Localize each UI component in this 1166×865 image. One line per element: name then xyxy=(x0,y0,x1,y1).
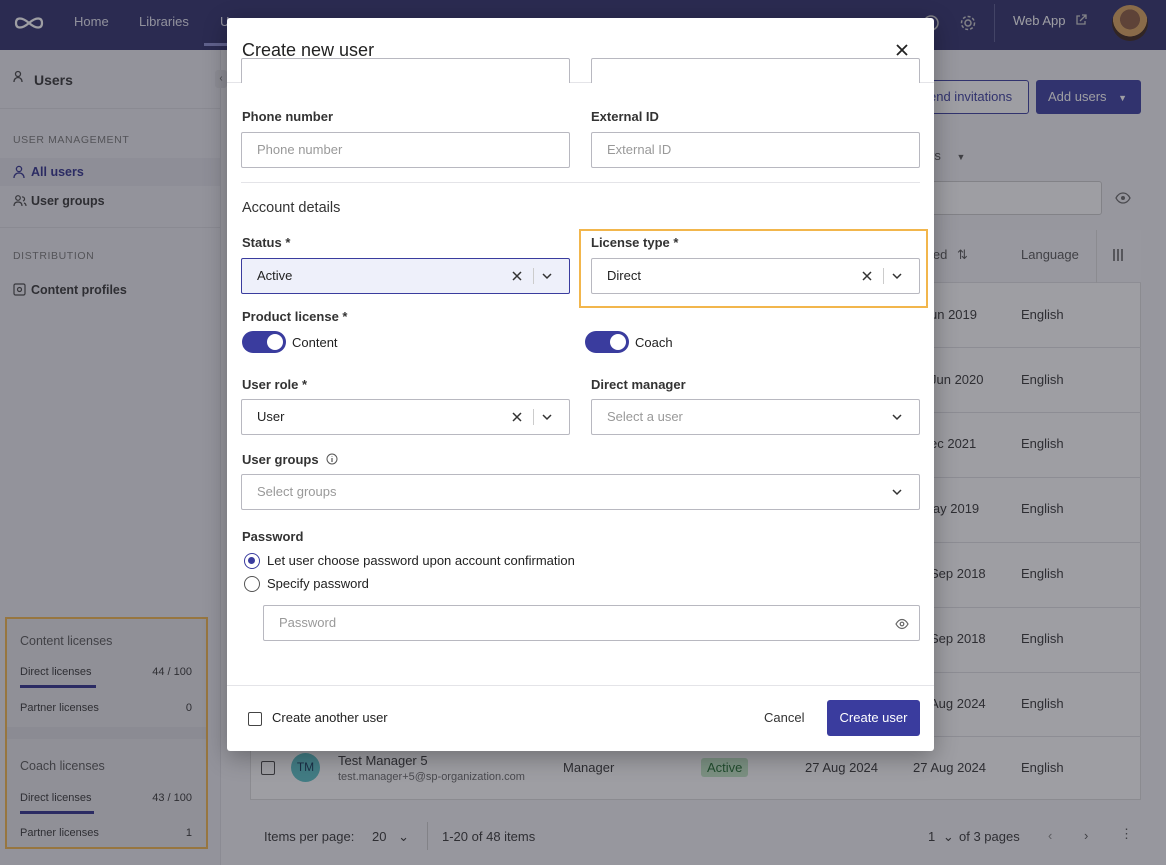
phone-number-label: Phone number xyxy=(242,109,334,124)
status-value: Active xyxy=(257,268,293,283)
account-details-heading: Account details xyxy=(242,200,341,216)
create-user-dialog: Create new user Phone number Phone numbe… xyxy=(227,18,934,751)
status-label: Status * xyxy=(242,235,291,250)
password-option-1-label: Let user choose password upon account co… xyxy=(267,553,575,568)
user-groups-placeholder: Select groups xyxy=(257,484,337,499)
license-type-label: License type * xyxy=(591,235,679,250)
user-role-select[interactable]: User xyxy=(241,399,570,435)
password-placeholder: Password xyxy=(279,615,337,630)
close-icon[interactable] xyxy=(894,42,910,58)
coach-toggle-label: Coach xyxy=(635,335,673,350)
select-divider xyxy=(533,268,534,284)
password-option-specify-radio[interactable] xyxy=(244,576,260,592)
password-option-user-choose-radio[interactable] xyxy=(244,553,260,569)
status-select[interactable]: Active xyxy=(241,258,570,294)
dialog-footer-divider xyxy=(227,685,934,686)
user-groups-label-text: User groups xyxy=(242,452,319,467)
create-user-button[interactable]: Create user xyxy=(827,700,920,736)
license-type-value: Direct xyxy=(607,268,641,283)
cancel-button[interactable]: Cancel xyxy=(764,710,804,725)
create-another-user-checkbox[interactable] xyxy=(248,712,262,726)
scroll-cover xyxy=(227,83,934,95)
clear-icon[interactable] xyxy=(512,412,522,422)
chevron-down-icon[interactable] xyxy=(891,412,903,422)
direct-manager-label: Direct manager xyxy=(591,377,686,392)
user-groups-label: User groups xyxy=(242,452,338,467)
info-icon[interactable] xyxy=(326,453,338,465)
external-id-label: External ID xyxy=(591,109,659,124)
user-role-value: User xyxy=(257,409,285,424)
product-license-label: Product license * xyxy=(242,309,348,324)
clear-icon[interactable] xyxy=(862,271,872,281)
external-id-input[interactable]: External ID xyxy=(591,132,920,168)
content-license-toggle[interactable] xyxy=(242,331,286,353)
select-divider xyxy=(533,409,534,425)
chevron-down-icon[interactable] xyxy=(891,271,903,281)
section-divider xyxy=(241,182,920,183)
chevron-down-icon[interactable] xyxy=(891,487,903,497)
user-role-label: User role * xyxy=(242,377,308,392)
show-password-icon[interactable] xyxy=(895,618,909,630)
chevron-down-icon[interactable] xyxy=(541,412,553,422)
clear-icon[interactable] xyxy=(512,271,522,281)
select-divider xyxy=(883,268,884,284)
user-groups-select[interactable]: Select groups xyxy=(241,474,920,510)
content-toggle-label: Content xyxy=(292,335,338,350)
coach-license-toggle[interactable] xyxy=(585,331,629,353)
password-option-2-label: Specify password xyxy=(267,576,369,591)
direct-manager-placeholder: Select a user xyxy=(607,409,683,424)
phone-number-input[interactable]: Phone number xyxy=(241,132,570,168)
license-type-select[interactable]: Direct xyxy=(591,258,920,294)
chevron-down-icon[interactable] xyxy=(541,271,553,281)
password-label: Password xyxy=(242,529,304,544)
password-input[interactable]: Password xyxy=(263,605,920,641)
direct-manager-select[interactable]: Select a user xyxy=(591,399,920,435)
create-another-user-label: Create another user xyxy=(272,710,388,725)
